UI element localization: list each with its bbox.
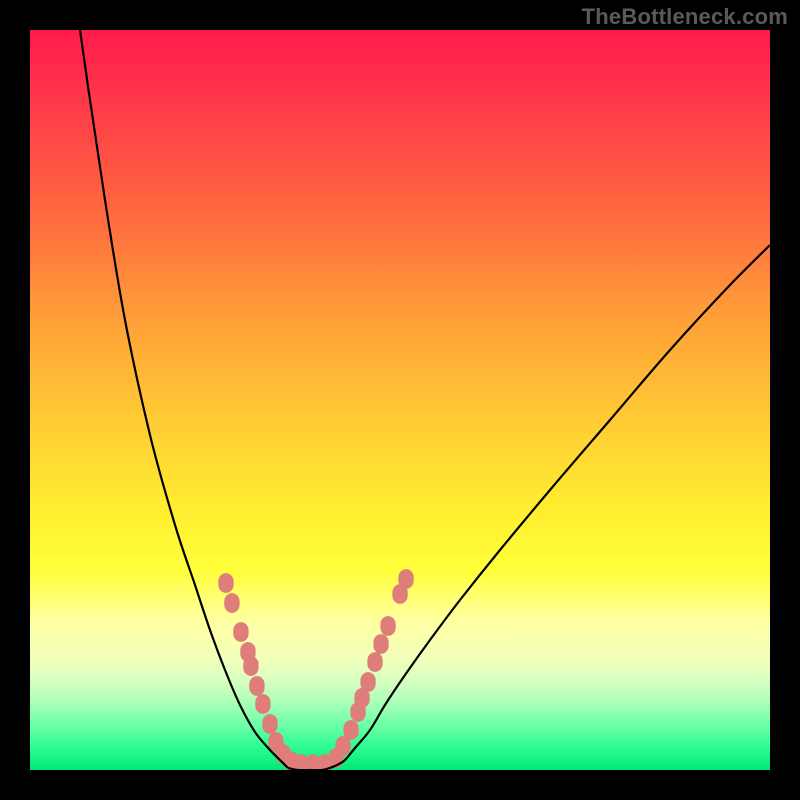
data-marker: [380, 616, 395, 636]
left-branch-curve: [80, 30, 288, 768]
data-marker: [224, 593, 239, 613]
data-marker: [255, 694, 270, 714]
data-marker: [367, 652, 382, 672]
data-marker: [343, 720, 358, 740]
chart-frame: TheBottleneck.com: [0, 0, 800, 800]
watermark-text: TheBottleneck.com: [582, 4, 788, 30]
data-marker: [218, 573, 233, 593]
plot-area: [30, 30, 770, 770]
curve-svg: [30, 30, 770, 770]
data-marker: [249, 676, 264, 696]
data-marker: [262, 714, 277, 734]
data-marker: [398, 569, 413, 589]
marker-layer: [218, 569, 413, 770]
data-marker: [243, 656, 258, 676]
right-branch-curve: [330, 245, 770, 768]
data-marker: [360, 672, 375, 692]
data-marker: [373, 634, 388, 654]
data-marker: [233, 622, 248, 642]
